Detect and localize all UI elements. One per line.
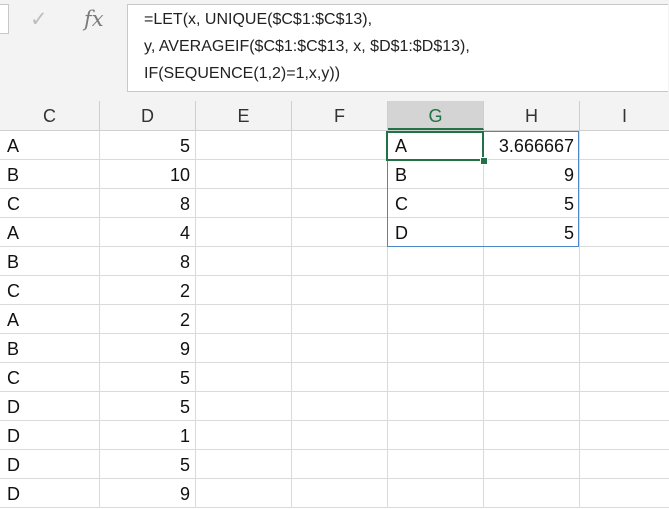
cell[interactable]: C <box>0 189 107 218</box>
cell[interactable]: 5 <box>100 392 196 421</box>
cell[interactable]: 2 <box>100 305 196 334</box>
fill-handle[interactable] <box>480 157 488 165</box>
formula-bar: ✓ fx =LET(x, UNIQUE($C$1:$C$13), y, AVER… <box>0 0 669 101</box>
cell[interactable]: 9 <box>100 334 196 363</box>
check-icon[interactable]: ✓ <box>30 6 48 32</box>
cell[interactable]: B <box>0 160 107 189</box>
cell[interactable]: B <box>388 160 491 189</box>
cell[interactable]: 8 <box>100 189 196 218</box>
cell[interactable]: C <box>0 276 107 305</box>
cell[interactable]: 9 <box>484 160 580 189</box>
column-header-h[interactable]: H <box>484 101 580 130</box>
cell[interactable]: D <box>388 218 491 247</box>
column-header-d[interactable]: D <box>100 101 196 130</box>
cell[interactable]: 5 <box>100 450 196 479</box>
cell[interactable]: A <box>0 131 107 160</box>
column-header-f[interactable]: F <box>292 101 388 130</box>
cell[interactable]: A <box>0 218 107 247</box>
cell[interactable]: B <box>0 247 107 276</box>
cell[interactable]: 10 <box>100 160 196 189</box>
column-header-e[interactable]: E <box>196 101 292 130</box>
cell[interactable]: 9 <box>100 479 196 508</box>
cell[interactable]: D <box>0 421 107 450</box>
cell[interactable]: C <box>0 363 107 392</box>
column-header-i[interactable]: I <box>580 101 669 130</box>
cell[interactable]: B <box>0 334 107 363</box>
cell[interactable]: D <box>0 450 107 479</box>
formula-input[interactable]: =LET(x, UNIQUE($C$1:$C$13), y, AVERAGEIF… <box>127 4 668 92</box>
cell[interactable]: 4 <box>100 218 196 247</box>
cell[interactable]: C <box>388 189 491 218</box>
column-header-c[interactable]: C <box>0 101 100 130</box>
cell[interactable]: 5 <box>100 363 196 392</box>
cell-grid[interactable]: A B C A B C A B C D D D D 5 10 8 4 8 2 2 9 5 5 1 5 9 A B C D 3.666667 9… <box>0 131 669 508</box>
cell[interactable]: 3.666667 <box>484 131 580 160</box>
cell[interactable]: 8 <box>100 247 196 276</box>
cell[interactable]: 2 <box>100 276 196 305</box>
formula-line: y, AVERAGEIF($C$1:$C$13, x, $D$1:$D$13), <box>144 38 470 55</box>
cell[interactable]: A <box>388 131 491 160</box>
cell[interactable]: 5 <box>100 131 196 160</box>
name-box[interactable] <box>0 4 9 34</box>
column-header-row: C D E F G H I <box>0 101 669 131</box>
cell[interactable]: 1 <box>100 421 196 450</box>
formula-line: IF(SEQUENCE(1,2)=1,x,y)) <box>144 65 341 82</box>
cell[interactable]: D <box>0 479 107 508</box>
cell[interactable]: 5 <box>484 218 580 247</box>
insert-function-icon[interactable]: fx <box>84 6 104 32</box>
cell[interactable]: D <box>0 392 107 421</box>
cell[interactable]: A <box>0 305 107 334</box>
cell[interactable]: 5 <box>484 189 580 218</box>
column-header-g[interactable]: G <box>388 101 484 130</box>
formula-line: =LET(x, UNIQUE($C$1:$C$13), <box>144 11 373 28</box>
